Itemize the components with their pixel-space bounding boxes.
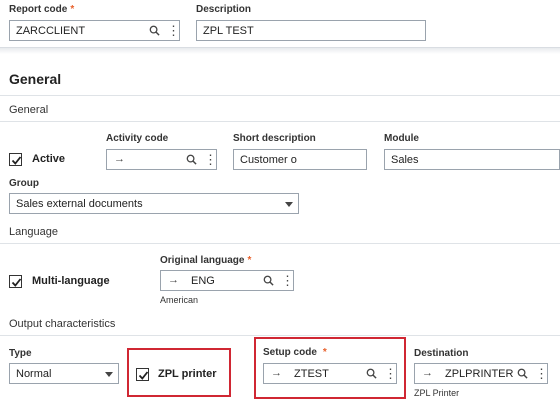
arrow-right-icon[interactable]: → [168, 274, 179, 286]
divider [0, 121, 560, 122]
zpl-printer-checkbox[interactable] [136, 368, 149, 381]
divider [0, 95, 560, 96]
group-value: Sales external documents [16, 198, 143, 210]
required-mark: * [322, 347, 327, 358]
short-description-label: Short description [233, 133, 316, 144]
setup-code-field[interactable]: → ZTEST ⋮ [263, 363, 397, 384]
report-code-label: Report code * [9, 4, 75, 15]
search-icon[interactable] [517, 368, 528, 379]
divider [0, 335, 560, 336]
more-options-icon[interactable]: ⋮ [535, 367, 548, 380]
report-code-field[interactable]: ZARCCLIENT ⋮ [9, 20, 180, 41]
original-language-label: Original language * [160, 255, 252, 266]
group-select[interactable]: Sales external documents [9, 193, 299, 214]
destination-value: ZPLPRINTER [445, 368, 514, 380]
more-options-icon[interactable]: ⋮ [281, 274, 294, 287]
group-title-language: Language [9, 226, 58, 238]
destination-field[interactable]: → ZPLPRINTER ⋮ [414, 363, 548, 384]
short-description-field[interactable]: Customer o [233, 149, 367, 170]
description-field[interactable]: ZPL TEST [196, 20, 426, 41]
destination-sub: ZPL Printer [414, 388, 460, 398]
chevron-down-icon[interactable] [105, 372, 113, 377]
activity-code-field[interactable]: → ⋮ [106, 149, 217, 170]
destination-label: Destination [414, 348, 469, 359]
more-options-icon[interactable]: ⋮ [204, 153, 217, 166]
search-icon[interactable] [366, 368, 377, 379]
more-options-icon[interactable]: ⋮ [167, 24, 180, 37]
group-label: Group [9, 178, 39, 189]
checkmark-icon [11, 156, 22, 165]
active-checkbox[interactable] [9, 153, 22, 166]
short-description-value: Customer o [240, 154, 297, 166]
original-language-value: ENG [191, 275, 215, 287]
arrow-right-icon[interactable]: → [114, 153, 125, 165]
report-code-value: ZARCCLIENT [16, 25, 86, 37]
setup-code-label: Setup code * [263, 347, 327, 358]
section-title: General [9, 71, 62, 87]
setup-code-value: ZTEST [294, 368, 329, 380]
search-icon[interactable] [186, 154, 197, 165]
checkmark-icon [138, 371, 149, 380]
more-options-icon[interactable]: ⋮ [384, 367, 397, 380]
group-title-general: General [9, 104, 49, 116]
group-title-output: Output characteristics [9, 318, 116, 330]
type-label: Type [9, 348, 32, 359]
description-value: ZPL TEST [203, 25, 254, 37]
divider [0, 243, 560, 244]
checkmark-icon [11, 278, 22, 287]
original-language-sub: American [160, 295, 199, 305]
multi-language-checkbox[interactable] [9, 275, 22, 288]
required-mark: * [70, 4, 75, 15]
zpl-printer-label: ZPL printer [158, 368, 217, 380]
description-label: Description [196, 4, 252, 15]
original-language-field[interactable]: → ENG ⋮ [160, 270, 294, 291]
required-mark: * [247, 255, 252, 266]
active-label: Active [32, 153, 66, 165]
arrow-right-icon[interactable]: → [271, 367, 282, 379]
module-label: Module [384, 133, 419, 144]
activity-code-label: Activity code [106, 133, 169, 144]
type-select[interactable]: Normal [9, 363, 119, 384]
chevron-down-icon[interactable] [285, 202, 293, 207]
arrow-right-icon[interactable]: → [422, 367, 433, 379]
module-value: Sales [391, 154, 419, 166]
module-field[interactable]: Sales [384, 149, 560, 170]
header-shadow [0, 48, 560, 54]
search-icon[interactable] [263, 275, 274, 286]
type-value: Normal [16, 368, 52, 380]
multi-language-label: Multi-language [32, 275, 110, 287]
search-icon[interactable] [149, 25, 160, 36]
